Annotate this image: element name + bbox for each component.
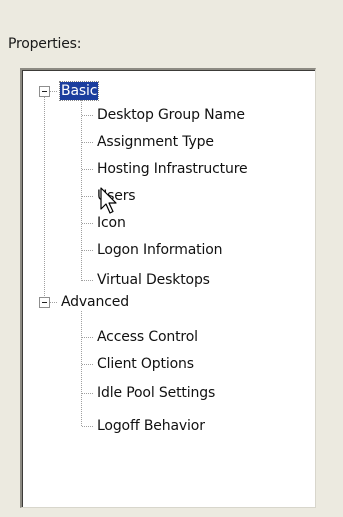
properties-panel: Properties: Basic Desktop Group Name Ass… [0,0,343,517]
tree-item-idle-pool-settings[interactable]: Idle Pool Settings [96,384,216,402]
tree-item-hosting-infrastructure[interactable]: Hosting Infrastructure [96,160,248,178]
tree-node-advanced[interactable]: Advanced [60,293,130,311]
tree-item-desktop-group-name[interactable]: Desktop Group Name [96,106,246,124]
advanced-collapse-toggle[interactable] [39,297,50,308]
tree-item-access-control[interactable]: Access Control [96,328,199,346]
basic-collapse-toggle[interactable] [39,86,50,97]
tree-item-logoff-behavior[interactable]: Logoff Behavior [96,417,206,435]
tree-item-logon-information[interactable]: Logon Information [96,241,223,259]
tree-item-icon[interactable]: Icon [96,214,127,232]
tree-node-basic[interactable]: Basic [58,81,100,101]
properties-tree[interactable]: Basic Desktop Group Name Assignment Type… [20,68,316,508]
tree-item-users[interactable]: Users [96,187,136,205]
tree-item-assignment-type[interactable]: Assignment Type [96,133,215,151]
properties-heading: Properties: [8,36,82,52]
tree-item-client-options[interactable]: Client Options [96,355,195,373]
tree-item-virtual-desktops[interactable]: Virtual Desktops [96,271,211,289]
